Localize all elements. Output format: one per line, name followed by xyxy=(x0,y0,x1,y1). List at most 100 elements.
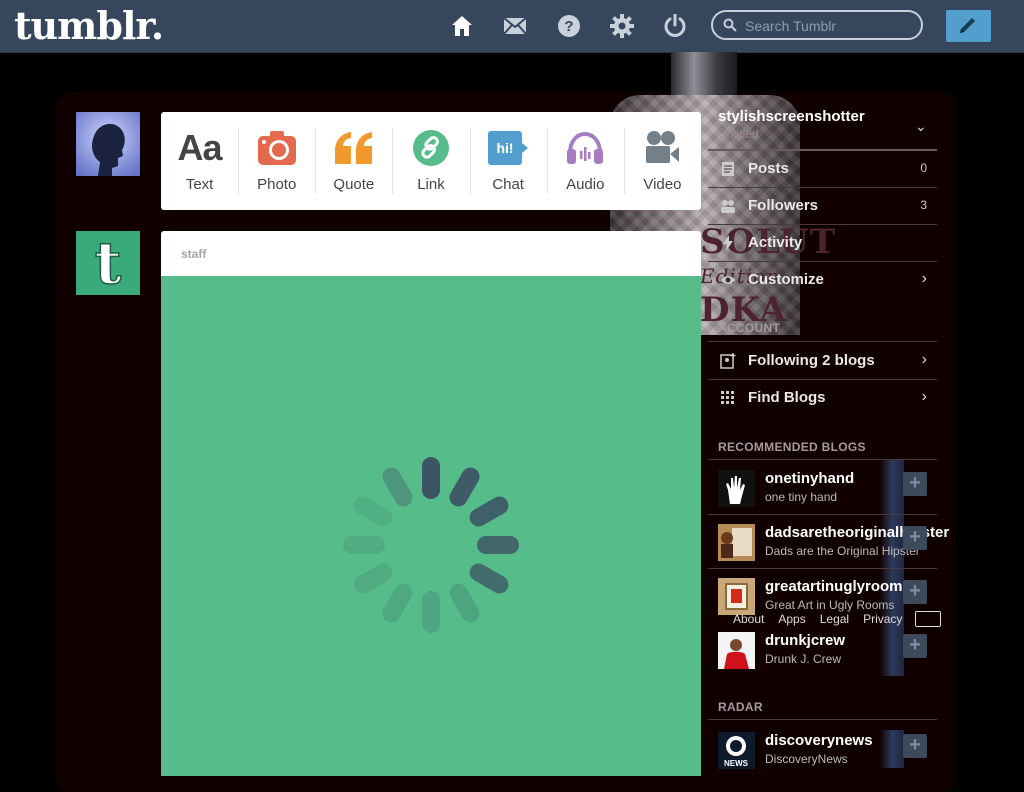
svg-text:NEWS: NEWS xyxy=(724,759,749,768)
divider xyxy=(708,341,937,342)
sidebar-item-posts[interactable]: Posts 0 xyxy=(718,151,937,187)
great-art-avatar[interactable] xyxy=(718,578,755,615)
spinner-segment xyxy=(382,467,413,507)
followers-icon xyxy=(721,200,735,213)
blog-name[interactable]: greatartinuglyrooms xyxy=(765,578,911,595)
svg-text:hi!: hi! xyxy=(497,140,514,156)
blog-name[interactable]: discoverynews xyxy=(765,732,873,749)
post-type-link[interactable]: Link xyxy=(392,112,469,210)
spinner-segment xyxy=(477,536,519,554)
spinner-segment xyxy=(469,496,509,527)
radar-blog[interactable]: NEWS discoverynews DiscoveryNews + xyxy=(718,732,937,784)
spinner-segment xyxy=(449,583,480,623)
footer-link-apps[interactable]: Apps xyxy=(778,612,805,626)
chevron-right-icon: › xyxy=(921,270,927,287)
post-type-photo[interactable]: Photo xyxy=(238,112,315,210)
chevron-down-icon[interactable]: ⌄ xyxy=(915,118,927,135)
account-heading: ACCOUNT xyxy=(718,321,781,335)
help-icon[interactable]: ? xyxy=(557,14,581,38)
spinner-segment xyxy=(343,536,385,554)
blog-description: one tiny hand xyxy=(765,490,838,504)
tumblr-logo[interactable]: tumblr. xyxy=(14,3,164,48)
loading-spinner-icon xyxy=(343,457,519,633)
compose-button[interactable] xyxy=(946,10,991,42)
follow-button[interactable]: + xyxy=(903,734,927,758)
post-type-label: Chat xyxy=(492,176,524,193)
dads-avatar[interactable] xyxy=(718,524,755,561)
blog-name[interactable]: onetinyhand xyxy=(765,470,854,487)
svg-text:?: ? xyxy=(564,18,573,35)
post-type-label: Text xyxy=(185,176,214,193)
gear-icon[interactable] xyxy=(610,14,634,38)
post-author[interactable]: staff xyxy=(181,247,206,261)
video-camera-icon xyxy=(646,131,680,163)
follow-button[interactable]: + xyxy=(903,580,927,604)
user-avatar[interactable] xyxy=(76,112,140,176)
link-icon xyxy=(412,130,449,166)
post-type-text[interactable]: Aa Text xyxy=(161,112,238,210)
sidebar-item-count: 0 xyxy=(920,161,927,175)
post-type-label: Photo xyxy=(257,176,297,193)
divider xyxy=(708,719,937,720)
footer-link-privacy[interactable]: Privacy xyxy=(863,612,902,626)
spinner-segment xyxy=(469,563,509,594)
sidebar-item-label: Followers xyxy=(748,197,819,214)
post-type-label: Link xyxy=(417,176,445,193)
post-type-chat[interactable]: hi! Chat xyxy=(469,112,547,210)
follow-button[interactable]: + xyxy=(903,526,927,550)
staff-avatar[interactable]: t xyxy=(76,228,140,298)
spinner-segment xyxy=(353,563,393,594)
sidebar-item-followers[interactable]: Followers 3 xyxy=(718,188,937,224)
sidebar-item-label: Find Blogs xyxy=(748,389,826,406)
headphones-icon xyxy=(567,131,604,164)
radar-heading: RADAR xyxy=(718,700,763,714)
blog-name[interactable]: stylishscreenshotter xyxy=(718,108,865,125)
sidebar-item-count: 3 xyxy=(920,198,927,212)
eye-icon xyxy=(721,276,735,284)
discovery-news-avatar[interactable]: NEWS xyxy=(718,732,755,769)
post-content xyxy=(161,276,701,776)
home-icon[interactable] xyxy=(450,14,474,38)
drunkjcrew-avatar[interactable] xyxy=(718,632,755,669)
blog-description: Drunk J. Crew xyxy=(765,652,842,666)
hand-avatar[interactable] xyxy=(718,470,755,507)
keyboard-icon[interactable] xyxy=(915,611,941,627)
divider xyxy=(708,514,937,515)
spinner-segment xyxy=(353,496,393,527)
sidebar-item-customize[interactable]: Customize › xyxy=(718,262,937,298)
search-box[interactable] xyxy=(711,10,923,40)
sidebar-item-find-blogs[interactable]: Find Blogs › xyxy=(718,380,937,416)
spinner-segment xyxy=(449,467,480,507)
follow-button[interactable]: + xyxy=(903,634,927,658)
chevron-right-icon: › xyxy=(921,351,927,368)
sidebar-item-following[interactable]: Following 2 blogs › xyxy=(718,343,937,379)
post-type-label: Audio xyxy=(566,176,605,193)
blog-name[interactable]: drunkjcrew xyxy=(765,632,845,649)
post-type-audio[interactable]: Audio xyxy=(546,112,624,210)
chevron-right-icon: › xyxy=(921,388,927,405)
quote-icon xyxy=(334,132,372,164)
post-type-video[interactable]: Video xyxy=(623,112,701,210)
sidebar-item-label: Customize xyxy=(748,271,824,288)
footer-link-about[interactable]: About xyxy=(733,612,764,626)
power-icon[interactable] xyxy=(663,14,687,38)
divider xyxy=(708,568,937,569)
follow-button[interactable]: + xyxy=(903,472,927,496)
blog-description: Great Art in Ugly Rooms xyxy=(765,598,895,612)
spinner-segment xyxy=(422,457,440,499)
post-type-label: Quote xyxy=(333,176,375,193)
post-type-quote[interactable]: Quote xyxy=(315,112,392,210)
mail-icon[interactable] xyxy=(503,14,527,38)
blog-description: Dads are the Original Hipster xyxy=(765,544,920,558)
sidebar-item-activity[interactable]: Activity xyxy=(718,225,937,261)
recommended-blog[interactable]: drunkjcrew Drunk J. Crew + xyxy=(718,632,937,684)
camera-icon xyxy=(257,131,296,165)
post-type-label: Video xyxy=(643,176,682,193)
search-icon xyxy=(723,18,737,32)
top-nav-bar: tumblr. ? xyxy=(0,0,1024,53)
text-icon: Aa xyxy=(177,127,223,168)
search-input[interactable] xyxy=(743,16,917,36)
footer-link-legal[interactable]: Legal xyxy=(820,612,849,626)
recommended-heading: RECOMMENDED BLOGS xyxy=(718,440,866,454)
sidebar-item-label: Posts xyxy=(748,160,789,177)
